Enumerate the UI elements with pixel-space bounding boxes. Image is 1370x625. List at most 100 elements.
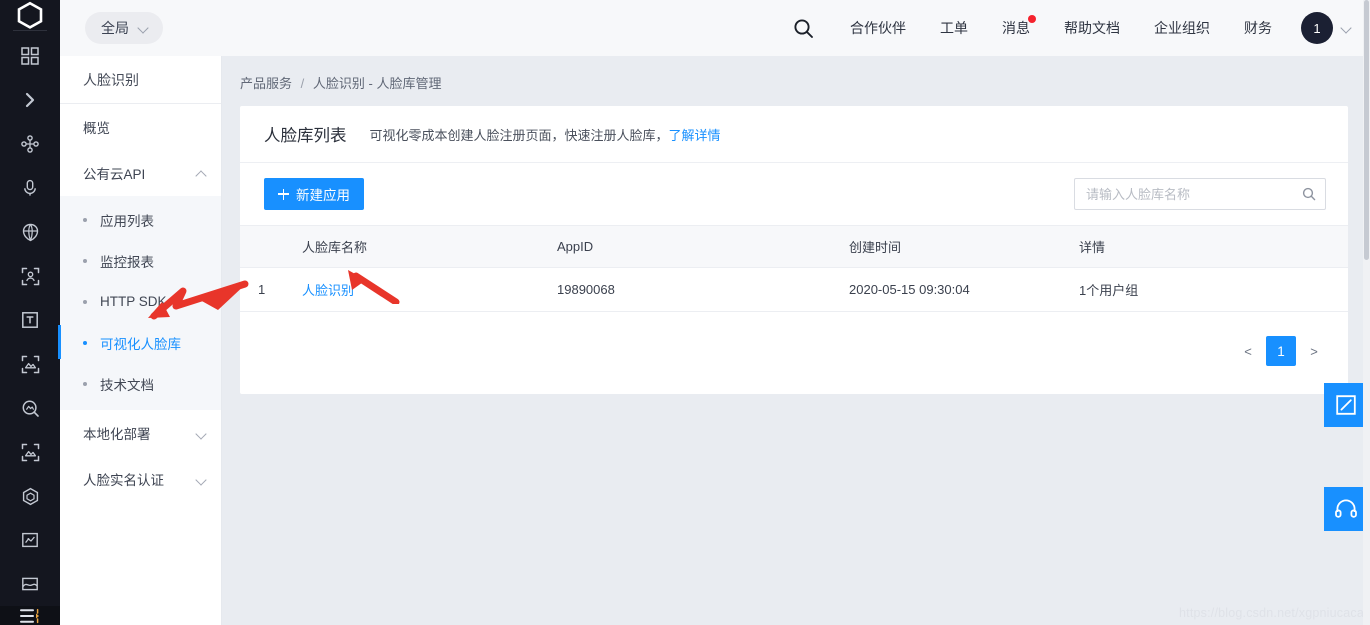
nav-item-finance[interactable]: 财务 bbox=[1227, 0, 1289, 56]
cube-icon[interactable] bbox=[0, 474, 60, 518]
top-header: 全局 合作伙伴 工单 消息 帮助文档 企业组织 财务 1 bbox=[60, 0, 1370, 56]
breadcrumb: 产品服务 / 人脸识别 - 人脸库管理 bbox=[222, 56, 1370, 92]
dashboard-grid-icon[interactable] bbox=[0, 34, 60, 78]
chevron-right-icon[interactable] bbox=[0, 78, 60, 122]
sidebar-item-http-sdk[interactable]: HTTP SDK bbox=[60, 281, 221, 322]
bullet-icon bbox=[83, 258, 87, 263]
sidebar-item-label: 可视化人脸库 bbox=[100, 336, 181, 352]
sidebar-submenu: 应用列表 监控报表 HTTP SDK 可视化人脸库 技术文档 bbox=[58, 196, 221, 410]
sidebar: 人脸识别 概览 公有云API 应用列表 监控报表 HTTP SDK 可视化人脸库… bbox=[58, 56, 222, 625]
nav-label: 消息 bbox=[1002, 20, 1030, 36]
text-box-icon[interactable] bbox=[0, 298, 60, 342]
sidebar-group-label: 本地化部署 bbox=[83, 427, 151, 442]
nav-item-partners[interactable]: 合作伙伴 bbox=[833, 0, 923, 56]
sidebar-group-label: 公有云API bbox=[83, 167, 146, 182]
nav-label: 帮助文档 bbox=[1064, 20, 1120, 36]
cell-library-name: 人脸识别 bbox=[302, 267, 557, 312]
globe-shield-icon[interactable] bbox=[0, 210, 60, 254]
breadcrumb-separator: / bbox=[300, 76, 305, 91]
microphone-icon[interactable] bbox=[0, 166, 60, 210]
nav-label: 企业组织 bbox=[1154, 20, 1210, 36]
image-scan-icon[interactable] bbox=[0, 342, 60, 386]
collapse-menu-icon[interactable] bbox=[0, 606, 60, 625]
table-body: 1 人脸识别 19890068 2020-05-15 09:30:04 1个用户… bbox=[240, 267, 1348, 312]
pagination: < 1 > bbox=[240, 312, 1348, 394]
avatar: 1 bbox=[1301, 12, 1333, 44]
user-menu[interactable]: 1 bbox=[1289, 12, 1352, 44]
breadcrumb-current: 人脸识别 - 人脸库管理 bbox=[312, 76, 442, 91]
support-button[interactable] bbox=[1324, 487, 1368, 531]
chart-box-icon[interactable] bbox=[0, 518, 60, 562]
nav-item-tickets[interactable]: 工单 bbox=[923, 0, 985, 56]
scrollbar-thumb[interactable] bbox=[1364, 0, 1369, 260]
sidebar-item-label: 概览 bbox=[83, 121, 110, 136]
feedback-button[interactable] bbox=[1324, 383, 1368, 427]
create-app-label: 新建应用 bbox=[296, 188, 350, 203]
chevron-down-icon bbox=[196, 428, 207, 439]
chevron-down-icon bbox=[138, 23, 149, 34]
main-content: 产品服务 / 人脸识别 - 人脸库管理 人脸库列表 可视化零成本创建人脸注册页面… bbox=[222, 56, 1370, 625]
breadcrumb-root[interactable]: 产品服务 bbox=[240, 76, 292, 91]
card-header: 人脸库列表 可视化零成本创建人脸注册页面，快速注册人脸库，了解详情 bbox=[240, 106, 1348, 163]
face-library-link[interactable]: 人脸识别 bbox=[302, 283, 354, 298]
chevron-up-icon bbox=[196, 168, 207, 179]
table-head: 人脸库名称 AppID 创建时间 详情 bbox=[240, 225, 1348, 268]
bullet-icon bbox=[83, 217, 87, 222]
sidebar-item-monitor-report[interactable]: 监控报表 bbox=[60, 240, 221, 281]
nav-item-enterprise-org[interactable]: 企业组织 bbox=[1137, 0, 1227, 56]
column-library-name: 人脸库名称 bbox=[302, 225, 557, 268]
sidebar-group-face-realname-auth[interactable]: 人脸实名认证 bbox=[60, 456, 221, 502]
image-search-icon[interactable] bbox=[0, 386, 60, 430]
watermark-text: https://blog.csdn.net/xgpniucaca bbox=[1179, 606, 1364, 620]
scope-label: 全局 bbox=[101, 20, 129, 36]
sidebar-item-overview[interactable]: 概览 bbox=[60, 104, 221, 150]
learn-more-link[interactable]: 了解详情 bbox=[669, 128, 721, 143]
bullet-icon bbox=[83, 299, 87, 304]
search-icon[interactable] bbox=[1302, 187, 1316, 201]
rail-icon-list bbox=[0, 32, 60, 606]
sidebar-title: 人脸识别 bbox=[60, 56, 221, 104]
plus-icon bbox=[278, 188, 289, 200]
page-scrollbar[interactable] bbox=[1363, 0, 1370, 625]
sidebar-item-label: HTTP SDK bbox=[100, 294, 167, 309]
edit-feedback-icon bbox=[1336, 395, 1356, 415]
sidebar-group-public-cloud-api[interactable]: 公有云API bbox=[60, 150, 221, 196]
sidebar-group-local-deployment[interactable]: 本地化部署 bbox=[60, 410, 221, 456]
face-library-card: 人脸库列表 可视化零成本创建人脸注册页面，快速注册人脸库，了解详情 新建应用 请… bbox=[240, 106, 1348, 394]
pagination-prev[interactable]: < bbox=[1238, 337, 1258, 365]
table-toolbar: 新建应用 bbox=[240, 163, 1348, 225]
nav-item-messages[interactable]: 消息 bbox=[985, 0, 1047, 56]
sidebar-item-label: 监控报表 bbox=[100, 254, 154, 270]
card-description-text: 可视化零成本创建人脸注册页面，快速注册人脸库， bbox=[369, 127, 669, 143]
face-detect-icon[interactable] bbox=[0, 254, 60, 298]
chevron-down-icon bbox=[196, 474, 207, 485]
search-input[interactable] bbox=[1086, 186, 1302, 202]
sidebar-item-tech-docs[interactable]: 技术文档 bbox=[60, 363, 221, 404]
pagination-next[interactable]: > bbox=[1304, 337, 1324, 365]
cell-appid: 19890068 bbox=[557, 267, 849, 312]
nav-label: 工单 bbox=[940, 20, 968, 36]
nav-item-help-docs[interactable]: 帮助文档 bbox=[1047, 0, 1137, 56]
search-box[interactable] bbox=[1074, 178, 1326, 210]
sidebar-item-visual-face-library[interactable]: 可视化人脸库 bbox=[58, 322, 221, 363]
app-root: 全局 合作伙伴 工单 消息 帮助文档 企业组织 财务 1 人脸识别 概览 公有云… bbox=[0, 0, 1370, 625]
bullet-icon bbox=[83, 340, 87, 345]
cell-detail: 1个用户组 bbox=[1079, 267, 1348, 312]
column-created-time: 创建时间 bbox=[849, 225, 1079, 268]
column-detail: 详情 bbox=[1079, 225, 1348, 268]
card-description: 可视化零成本创建人脸注册页面，快速注册人脸库，了解详情 bbox=[370, 125, 721, 144]
image-frame-icon[interactable] bbox=[0, 562, 60, 606]
headset-support-icon bbox=[1335, 499, 1357, 518]
table-row[interactable]: 1 人脸识别 19890068 2020-05-15 09:30:04 1个用户… bbox=[240, 267, 1348, 312]
node-network-icon[interactable] bbox=[0, 122, 60, 166]
sidebar-item-label: 技术文档 bbox=[100, 377, 154, 393]
scope-selector[interactable]: 全局 bbox=[85, 12, 163, 44]
chevron-down-icon bbox=[1341, 23, 1352, 34]
create-app-button[interactable]: 新建应用 bbox=[264, 178, 364, 210]
sidebar-item-app-list[interactable]: 应用列表 bbox=[60, 199, 221, 240]
pagination-page-1[interactable]: 1 bbox=[1266, 336, 1296, 366]
page-title: 人脸库列表 bbox=[264, 127, 347, 145]
cube-logo-icon[interactable] bbox=[0, 0, 60, 30]
image-scan-2-icon[interactable] bbox=[0, 430, 60, 474]
search-icon[interactable] bbox=[781, 0, 825, 56]
